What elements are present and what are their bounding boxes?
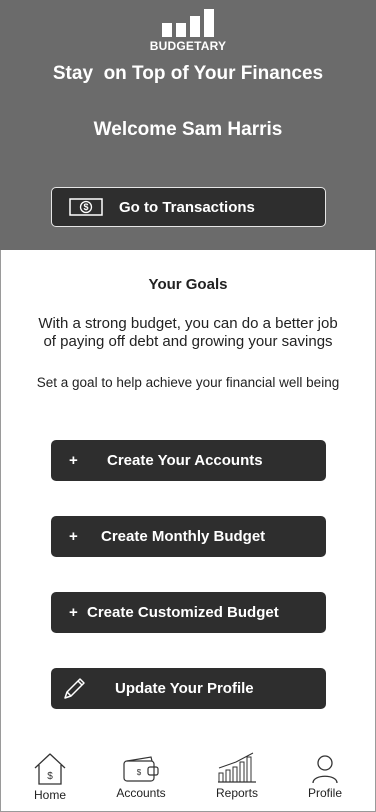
go-to-transactions-label: Go to Transactions: [119, 198, 255, 216]
create-monthly-budget-button[interactable]: + Create Monthly Budget: [51, 516, 326, 557]
tab-profile-label: Profile: [307, 786, 342, 800]
hero-tagline: Stay on Top of Your Finances: [52, 63, 324, 84]
svg-text:$: $: [137, 768, 142, 777]
hero-banner: BUDGETARY Stay on Top of Your Finances W…: [0, 0, 376, 250]
create-monthly-budget-label: Create Monthly Budget: [101, 528, 266, 545]
goals-description: With a strong budget, you can do a bette…: [38, 315, 338, 350]
tab-reports-label: Reports: [215, 786, 259, 800]
home-icon: $: [34, 753, 66, 785]
update-profile-button[interactable]: Update Your Profile: [51, 668, 326, 709]
dollar-bill-icon: $: [69, 198, 103, 216]
tab-accounts[interactable]: $ Accounts: [106, 745, 176, 812]
create-accounts-label: Create Your Accounts: [107, 452, 263, 469]
pencil-icon: [64, 678, 85, 699]
welcome-message: Welcome Sam Harris: [93, 119, 283, 140]
create-accounts-button[interactable]: + Create Your Accounts: [51, 440, 326, 481]
tab-profile[interactable]: Profile: [290, 745, 360, 812]
tab-home[interactable]: $ Home: [15, 745, 85, 812]
svg-text:$: $: [83, 202, 88, 212]
create-customized-budget-button[interactable]: + Create Customized Budget: [51, 592, 326, 633]
create-customized-budget-label: Create Customized Budget: [87, 604, 279, 621]
logo-bars-icon: [0, 9, 376, 37]
wallet-icon: $: [123, 756, 159, 782]
bar-chart-icon: [218, 752, 256, 783]
tab-accounts-label: Accounts: [116, 786, 166, 800]
tab-reports[interactable]: Reports: [202, 745, 272, 812]
svg-text:$: $: [47, 771, 53, 782]
bottom-tab-bar: $ Home $ Accounts Reports Profile: [0, 745, 376, 812]
goals-title: Your Goals: [148, 276, 228, 293]
tab-home-label: Home: [33, 788, 66, 802]
plus-icon: +: [69, 528, 78, 545]
plus-icon: +: [69, 452, 78, 469]
person-icon: [312, 755, 338, 784]
logo-text: BUDGETARY: [149, 39, 227, 53]
go-to-transactions-button[interactable]: $ Go to Transactions: [51, 187, 326, 227]
app-logo: BUDGETARY: [0, 9, 376, 53]
plus-icon: +: [69, 604, 78, 621]
update-profile-label: Update Your Profile: [115, 680, 254, 697]
goals-subtitle: Set a goal to help achieve your financia…: [36, 375, 340, 390]
